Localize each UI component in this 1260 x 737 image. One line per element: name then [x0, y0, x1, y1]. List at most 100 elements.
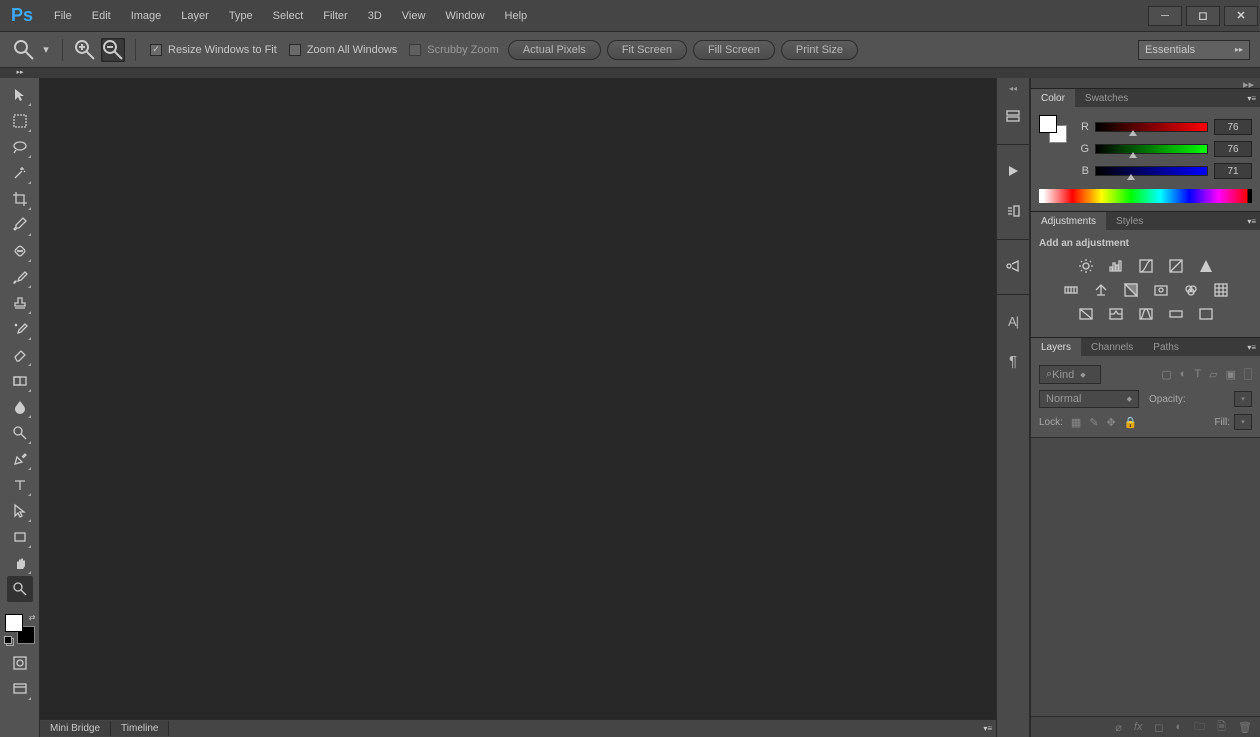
menu-file[interactable]: File	[44, 0, 82, 32]
blue-value[interactable]	[1214, 163, 1252, 179]
photo-filter-icon[interactable]	[1152, 281, 1170, 299]
filter-adjust-icon[interactable]: ◐	[1180, 368, 1187, 381]
menu-image[interactable]: Image	[121, 0, 172, 32]
layer-mask-icon[interactable]: ◻	[1154, 721, 1163, 734]
toolbar-collapse-icon[interactable]: ▸▸	[0, 68, 40, 78]
bottom-panel-menu-icon[interactable]: ▾≡	[983, 724, 992, 733]
eraser-tool-icon[interactable]	[7, 342, 33, 368]
type-tool-icon[interactable]	[7, 472, 33, 498]
crop-tool-icon[interactable]	[7, 186, 33, 212]
hue-icon[interactable]	[1062, 281, 1080, 299]
brightness-icon[interactable]	[1077, 257, 1095, 275]
new-adjustment-icon[interactable]: ◐	[1176, 721, 1183, 733]
menu-window[interactable]: Window	[435, 0, 494, 32]
blur-tool-icon[interactable]	[7, 394, 33, 420]
quickmask-icon[interactable]	[7, 650, 33, 676]
opacity-dropdown[interactable]: ▾	[1234, 391, 1252, 407]
marquee-tool-icon[interactable]	[7, 108, 33, 134]
dodge-tool-icon[interactable]	[7, 420, 33, 446]
link-layers-icon[interactable]: ⌀	[1115, 721, 1122, 734]
maximize-button[interactable]: ◻	[1186, 6, 1220, 26]
menu-layer[interactable]: Layer	[171, 0, 219, 32]
filter-toggle-icon[interactable]	[1244, 368, 1252, 380]
zoom-all-checkbox[interactable]: Zoom All Windows	[289, 44, 397, 56]
foreground-background-swatch[interactable]: ⇄	[5, 614, 35, 644]
lock-paint-icon[interactable]: ✎	[1089, 416, 1098, 429]
pen-tool-icon[interactable]	[7, 446, 33, 472]
tab-color[interactable]: Color	[1031, 89, 1075, 107]
foreground-color[interactable]	[5, 614, 23, 632]
red-value[interactable]	[1214, 119, 1252, 135]
color-panel-menu-icon[interactable]: ▾≡	[1247, 94, 1256, 103]
menu-view[interactable]: View	[392, 0, 436, 32]
actions-panel-icon[interactable]	[999, 157, 1027, 185]
actual-pixels-button[interactable]: Actual Pixels	[508, 40, 601, 60]
brush-tool-icon[interactable]	[7, 264, 33, 290]
zoom-in-icon[interactable]	[73, 38, 97, 62]
exposure-icon[interactable]	[1167, 257, 1185, 275]
fill-dropdown[interactable]: ▾	[1234, 414, 1252, 430]
threshold-icon[interactable]	[1137, 305, 1155, 323]
gradient-map-icon[interactable]	[1167, 305, 1185, 323]
print-size-button[interactable]: Print Size	[781, 40, 858, 60]
resize-windows-checkbox[interactable]: ✓Resize Windows to Fit	[150, 44, 277, 56]
swap-colors-icon[interactable]: ⇄	[29, 613, 36, 622]
selective-color-icon[interactable]	[1197, 305, 1215, 323]
move-tool-icon[interactable]	[7, 82, 33, 108]
mini-strip-expand-icon[interactable]: ◂◂	[997, 84, 1029, 94]
menu-filter[interactable]: Filter	[313, 0, 357, 32]
lock-transparent-icon[interactable]: ▦	[1071, 416, 1081, 429]
levels-icon[interactable]	[1107, 257, 1125, 275]
menu-select[interactable]: Select	[263, 0, 314, 32]
minimize-button[interactable]: ─	[1148, 6, 1182, 26]
tab-timeline[interactable]: Timeline	[111, 721, 169, 736]
layers-panel-menu-icon[interactable]: ▾≡	[1247, 343, 1256, 352]
tab-mini-bridge[interactable]: Mini Bridge	[40, 721, 111, 736]
tool-preset-icon[interactable]	[12, 38, 36, 62]
layer-fx-icon[interactable]: fx	[1134, 721, 1143, 733]
lock-all-icon[interactable]: 🔒	[1124, 416, 1138, 429]
adjustments-panel-menu-icon[interactable]: ▾≡	[1247, 217, 1256, 226]
tab-swatches[interactable]: Swatches	[1075, 89, 1138, 107]
new-group-icon[interactable]: 🗀	[1194, 718, 1205, 737]
curves-icon[interactable]	[1137, 257, 1155, 275]
tab-channels[interactable]: Channels	[1081, 338, 1143, 356]
history-brush-tool-icon[interactable]	[7, 316, 33, 342]
path-select-tool-icon[interactable]	[7, 498, 33, 524]
eyedropper-tool-icon[interactable]	[7, 212, 33, 238]
wand-tool-icon[interactable]	[7, 160, 33, 186]
channel-mixer-icon[interactable]	[1182, 281, 1200, 299]
filter-type-icon[interactable]: T	[1194, 368, 1201, 381]
paragraph-panel-icon[interactable]: ¶	[999, 347, 1027, 375]
panels-collapse-icon[interactable]: ▸▸	[1243, 78, 1254, 88]
menu-help[interactable]: Help	[495, 0, 538, 32]
green-slider[interactable]: G	[1075, 139, 1252, 159]
menu-3d[interactable]: 3D	[358, 0, 392, 32]
vibrance-icon[interactable]	[1197, 257, 1215, 275]
tab-paths[interactable]: Paths	[1143, 338, 1189, 356]
menu-edit[interactable]: Edit	[82, 0, 121, 32]
zoom-tool-icon[interactable]	[7, 576, 33, 602]
layer-list[interactable]	[1031, 437, 1260, 717]
tab-adjustments[interactable]: Adjustments	[1031, 212, 1106, 230]
bw-icon[interactable]	[1122, 281, 1140, 299]
delete-layer-icon[interactable]: 🗑	[1238, 721, 1252, 734]
filter-shape-icon[interactable]: ▱	[1209, 368, 1217, 381]
menu-type[interactable]: Type	[219, 0, 263, 32]
posterize-icon[interactable]	[1107, 305, 1125, 323]
workspace-dropdown[interactable]: Essentials▸▸	[1138, 40, 1250, 60]
scrubby-zoom-checkbox[interactable]: Scrubby Zoom	[409, 44, 499, 56]
heal-tool-icon[interactable]	[7, 238, 33, 264]
tool-preset-dropdown[interactable]: ▾	[40, 38, 52, 62]
rectangle-tool-icon[interactable]	[7, 524, 33, 550]
lasso-tool-icon[interactable]	[7, 134, 33, 160]
layer-filter-kind-dropdown[interactable]: ⌕ Kind◆	[1039, 365, 1101, 384]
new-layer-icon[interactable]: 🗎	[1217, 718, 1226, 737]
history-panel-icon[interactable]	[999, 102, 1027, 130]
color-balance-icon[interactable]	[1092, 281, 1110, 299]
zoom-out-icon[interactable]	[101, 38, 125, 62]
gradient-tool-icon[interactable]	[7, 368, 33, 394]
fill-screen-button[interactable]: Fill Screen	[693, 40, 775, 60]
tab-styles[interactable]: Styles	[1106, 212, 1153, 230]
brush-preset-panel-icon[interactable]	[999, 252, 1027, 280]
